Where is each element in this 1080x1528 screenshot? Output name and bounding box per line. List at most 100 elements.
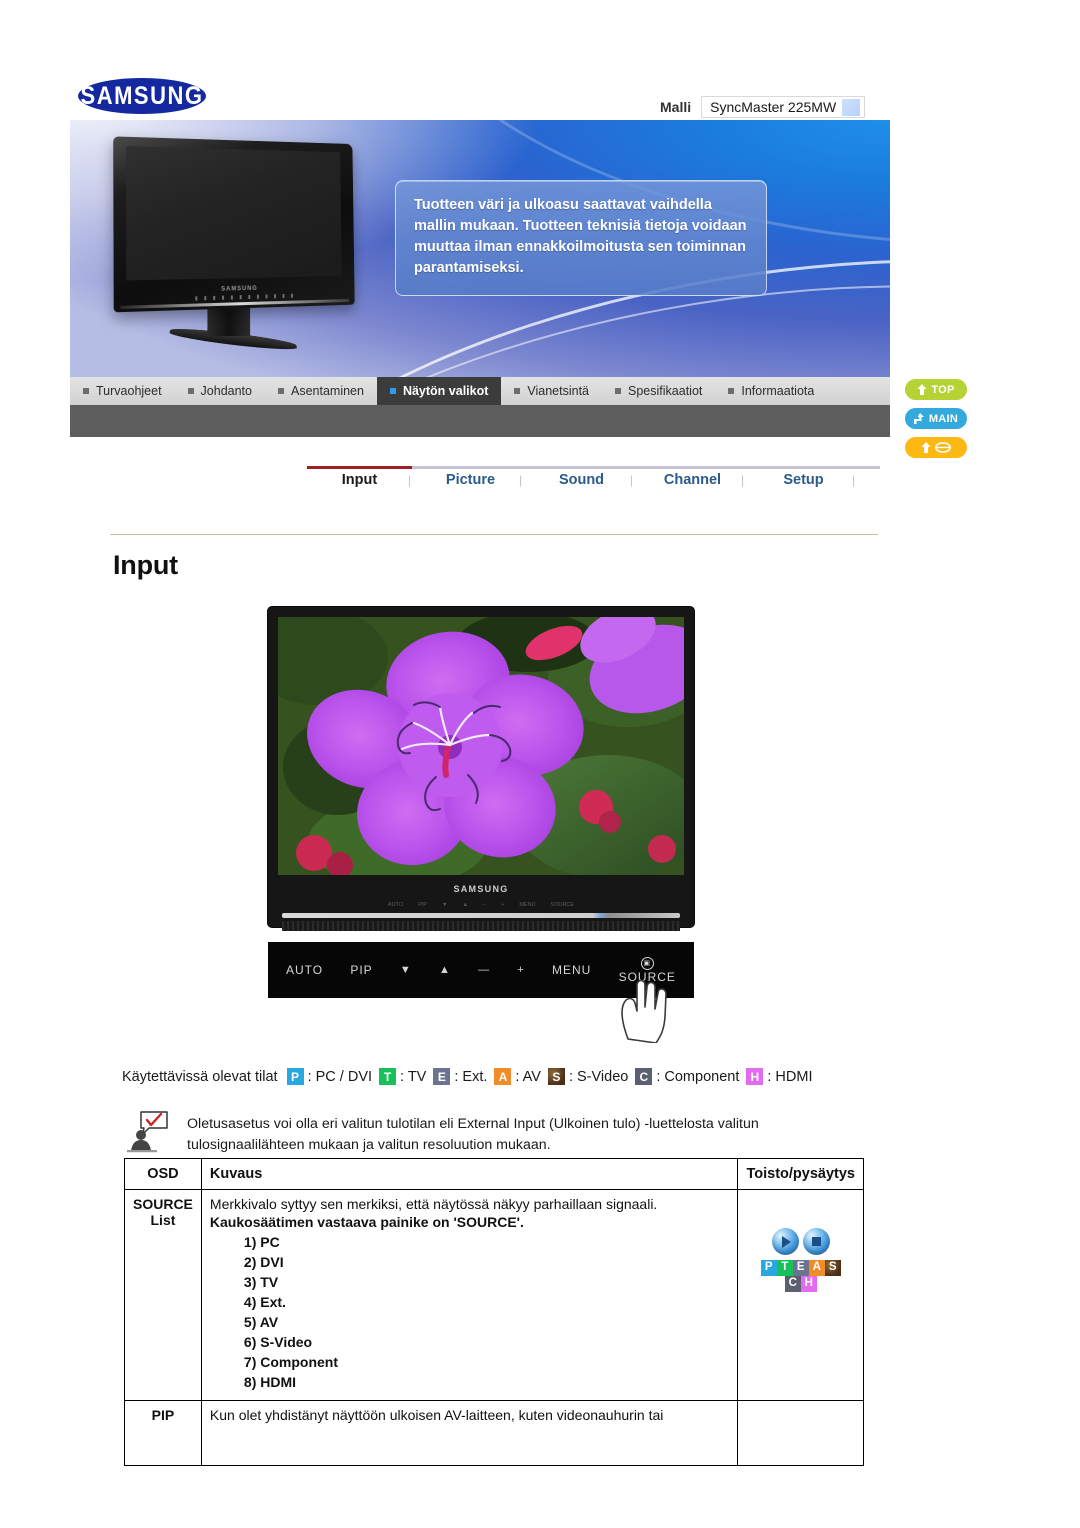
person-checkmark-icon bbox=[125, 1110, 169, 1154]
mode-chip-row-2: CH bbox=[761, 1276, 841, 1292]
list-item: 8) HDMI bbox=[244, 1374, 730, 1390]
nav-item-0[interactable]: Turvaohjeet bbox=[70, 377, 175, 405]
monitor-mini-icon-7: SOURCE bbox=[551, 902, 575, 908]
tab-separator: | bbox=[741, 473, 747, 487]
banner-monitor-screen bbox=[126, 146, 342, 280]
nav-item-label: Spesifikaatiot bbox=[628, 384, 702, 398]
monitor-mini-icon-6: MENU bbox=[519, 902, 535, 908]
side-buttons: TOP MAIN bbox=[905, 379, 967, 458]
mode-chip-p-icon: P bbox=[761, 1260, 777, 1276]
control-button-[interactable]: ▼ bbox=[400, 964, 412, 976]
monitor-photo: SAMSUNG AUTO PIP ▼ ▲ − + MENU SOURCE bbox=[268, 607, 694, 927]
list-item: 1) PC bbox=[244, 1234, 730, 1250]
tab-separator: | bbox=[408, 473, 414, 487]
back-button[interactable] bbox=[905, 437, 967, 458]
banner-monitor-body: SAMSUNG bbox=[113, 136, 354, 312]
list-item: 3) TV bbox=[244, 1274, 730, 1290]
model-row: Malli SyncMaster 225MW bbox=[660, 96, 865, 118]
mode-label-t: : TV bbox=[400, 1069, 426, 1085]
control-button-pip[interactable]: PIP bbox=[350, 963, 372, 977]
cell-osd: SOURCE List bbox=[125, 1190, 202, 1401]
cell-osd-line1: PIP bbox=[133, 1407, 193, 1423]
control-button-[interactable]: + bbox=[517, 964, 524, 976]
playpause-orbs bbox=[772, 1228, 830, 1255]
samsung-logo-text: SAMSUNG bbox=[81, 81, 204, 110]
control-button-[interactable]: — bbox=[478, 964, 490, 976]
cell-osd: PIP bbox=[125, 1401, 202, 1466]
model-label: Malli bbox=[660, 99, 691, 115]
mode-chip-s-icon: S bbox=[825, 1260, 841, 1276]
monitor-screen bbox=[278, 617, 684, 875]
tab-separator: | bbox=[519, 473, 525, 487]
mode-label-a: : AV bbox=[515, 1069, 541, 1085]
desc-line: Merkkivalo syttyy sen merkiksi, että näy… bbox=[210, 1196, 730, 1212]
mode-chip-e-icon: E bbox=[793, 1260, 809, 1276]
tab-setup[interactable]: Setup bbox=[751, 472, 856, 488]
desc-bold: Kaukosäätimen vastaava painike on 'SOURC… bbox=[210, 1214, 730, 1230]
mode-label-p: : PC / DVI bbox=[308, 1069, 372, 1085]
monitor-mini-icon-4: − bbox=[483, 902, 486, 908]
nav-bullet-icon bbox=[615, 388, 621, 394]
tabs-underline-active bbox=[307, 466, 412, 469]
nav-item-6[interactable]: Informaatiota bbox=[715, 377, 827, 405]
table-header-row: OSD Kuvaus Toisto/pysäytys bbox=[125, 1159, 864, 1190]
nav-item-5[interactable]: Spesifikaatiot bbox=[602, 377, 715, 405]
th-toisto: Toisto/pysäytys bbox=[738, 1159, 864, 1190]
nav-item-2[interactable]: Asentaminen bbox=[265, 377, 377, 405]
list-item: 4) Ext. bbox=[244, 1294, 730, 1310]
available-modes: Käytettävissä olevat tilat P: PC / DVI T:… bbox=[122, 1068, 812, 1085]
nav-bullet-icon bbox=[83, 388, 89, 394]
tab-sound[interactable]: Sound bbox=[529, 472, 634, 488]
mode-badge-c-icon: C bbox=[635, 1068, 652, 1085]
nav-item-label: Informaatiota bbox=[741, 384, 814, 398]
banner-monitor-image: SAMSUNG bbox=[115, 140, 370, 355]
monitor-mini-icon-5: + bbox=[501, 902, 504, 908]
mode-badge-e-icon: E bbox=[433, 1068, 450, 1085]
book-icon bbox=[935, 442, 951, 453]
control-button-[interactable]: ▲ bbox=[439, 964, 451, 976]
main-button[interactable]: MAIN bbox=[905, 408, 967, 429]
mode-label-e: : Ext. bbox=[454, 1069, 487, 1085]
cell-description: Kun olet yhdistänyt näyttöön ulkoisen AV… bbox=[201, 1401, 738, 1466]
title-divider bbox=[110, 534, 878, 535]
model-select[interactable]: SyncMaster 225MW bbox=[701, 96, 865, 118]
monitor-mini-icon-0: AUTO bbox=[388, 902, 403, 908]
monitor-light-bar bbox=[282, 913, 680, 918]
model-color-swatch bbox=[842, 99, 860, 116]
playpause-group: PTEASCH bbox=[746, 1196, 855, 1292]
list-item: 2) DVI bbox=[244, 1254, 730, 1270]
nav-item-label: Asentaminen bbox=[291, 384, 364, 398]
nav-bullet-icon bbox=[514, 388, 520, 394]
nav-bullet-icon bbox=[188, 388, 194, 394]
nav-item-1[interactable]: Johdanto bbox=[175, 377, 265, 405]
source-list: 1) PC 2) DVI 3) TV 4) Ext. 5) AV 6) S-Video 7)… bbox=[210, 1234, 730, 1390]
arrow-turn-icon bbox=[914, 413, 925, 424]
mode-badge-h-icon: H bbox=[746, 1068, 763, 1085]
monitor-vent bbox=[282, 921, 680, 931]
osd-table: OSD Kuvaus Toisto/pysäytys SOURCE List Mer… bbox=[124, 1158, 864, 1466]
th-osd: OSD bbox=[125, 1159, 202, 1190]
nav-item-3[interactable]: Näytön valikot bbox=[377, 377, 501, 405]
nav-bullet-icon bbox=[278, 388, 284, 394]
banner-monitor-strip bbox=[120, 299, 349, 309]
pointing-hand-icon bbox=[610, 965, 680, 1043]
monitor-osd-mini-icons: AUTO PIP ▼ ▲ − + MENU SOURCE bbox=[278, 902, 684, 908]
tab-picture[interactable]: Picture bbox=[418, 472, 523, 488]
main-nav-underbar bbox=[70, 405, 890, 437]
available-modes-label: Käytettävissä olevat tilat bbox=[122, 1069, 278, 1085]
nav-item-label: Näytön valikot bbox=[403, 384, 488, 398]
tab-input[interactable]: Input bbox=[307, 472, 412, 488]
top-button[interactable]: TOP bbox=[905, 379, 967, 400]
nav-item-label: Vianetsintä bbox=[527, 384, 589, 398]
control-button-menu[interactable]: MENU bbox=[552, 963, 591, 977]
mode-label-c: : Component bbox=[656, 1069, 739, 1085]
mode-badge-t-icon: T bbox=[379, 1068, 396, 1085]
tab-channel[interactable]: Channel bbox=[640, 472, 745, 488]
cell-playpause bbox=[738, 1401, 864, 1466]
mode-chip-row-1: PTEAS bbox=[761, 1260, 841, 1276]
main-nav: Turvaohjeet Johdanto Asentaminen Näytön val… bbox=[70, 377, 890, 405]
mode-badge-a-icon: A bbox=[494, 1068, 511, 1085]
nav-item-4[interactable]: Vianetsintä bbox=[501, 377, 602, 405]
product-banner: SAMSUNG Tuotteen väri ja ulkoasu saattav… bbox=[70, 120, 890, 377]
control-button-auto[interactable]: AUTO bbox=[286, 963, 323, 977]
